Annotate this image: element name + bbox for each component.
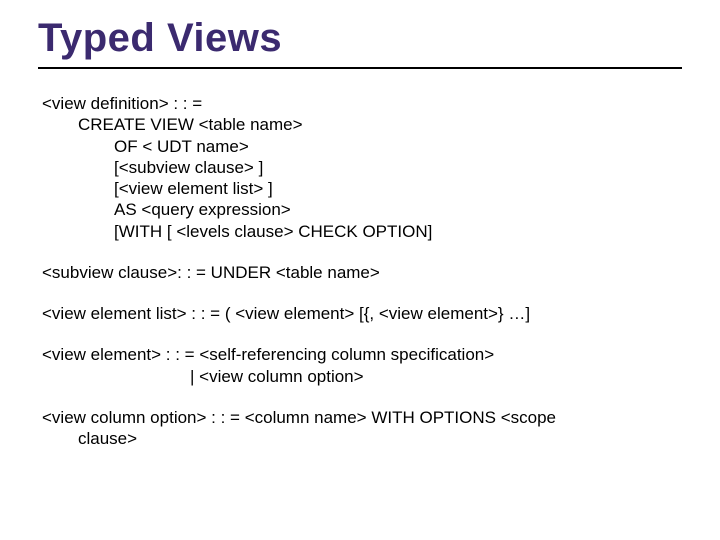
view-column-option-block: <view column option> : : = <column name>…: [42, 407, 670, 450]
view-definition-block: <view definition> : : = CREATE VIEW <tab…: [42, 93, 670, 242]
grammar-line: clause>: [42, 428, 670, 449]
view-element-block: <view element> : : = <self-referencing c…: [42, 344, 670, 387]
title-area: Typed Views: [0, 0, 720, 69]
grammar-line: <subview clause>: : = UNDER <table name>: [42, 262, 670, 283]
grammar-line: OF < UDT name>: [42, 136, 670, 157]
grammar-line: <view definition> : : =: [42, 93, 670, 114]
grammar-line: [WITH [ <levels clause> CHECK OPTION]: [42, 221, 670, 242]
slide: Typed Views <view definition> : : = CREA…: [0, 0, 720, 540]
grammar-line: [<subview clause> ]: [42, 157, 670, 178]
body: <view definition> : : = CREATE VIEW <tab…: [0, 69, 720, 449]
grammar-line: | <view column option>: [42, 366, 670, 387]
grammar-line: [<view element list> ]: [42, 178, 670, 199]
grammar-line: <view column option> : : = <column name>…: [42, 407, 670, 428]
subview-clause-block: <subview clause>: : = UNDER <table name>: [42, 262, 670, 283]
grammar-line: <view element list> : : = ( <view elemen…: [42, 303, 670, 324]
grammar-line: <view element> : : = <self-referencing c…: [42, 344, 670, 365]
grammar-line: CREATE VIEW <table name>: [42, 114, 670, 135]
view-element-list-block: <view element list> : : = ( <view elemen…: [42, 303, 670, 324]
grammar-line: AS <query expression>: [42, 199, 670, 220]
page-title: Typed Views: [38, 16, 720, 61]
